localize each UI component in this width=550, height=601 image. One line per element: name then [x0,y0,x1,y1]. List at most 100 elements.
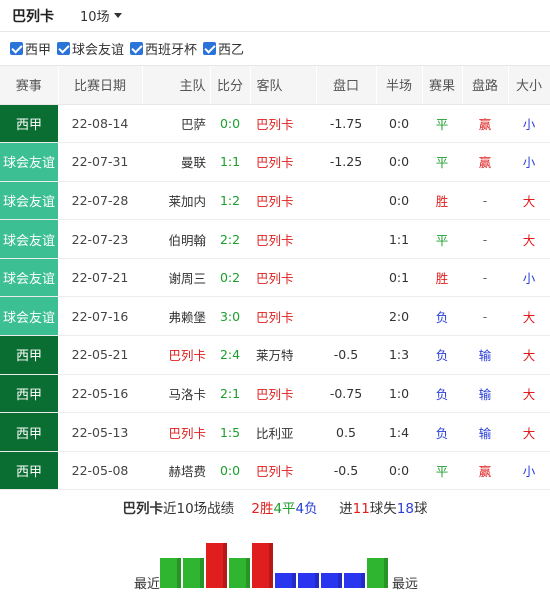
league-cell[interactable]: 球会友谊 [0,296,58,337]
result-cell: 平 [422,219,462,259]
summary-prefix: 近10场战绩 [163,501,235,517]
table-row[interactable]: 西甲 22-05-21 巴列卡 2:4 莱万特 -0.5 1:3 负输大 [0,335,550,375]
score-cell[interactable]: 1:2 [210,181,250,221]
team-title: 巴列卡 [12,8,54,25]
home-team-cell[interactable]: 巴列卡 [142,412,210,452]
league-cell[interactable]: 西甲 [0,451,58,491]
header-home: 主队 [142,66,211,105]
away-team-cell[interactable]: 巴列卡 [250,142,316,182]
match-history-table: 赛事 比赛日期 主队 比分 客队 盘口 半场 赛果 盘路 大小 西甲 22-08-… [0,66,550,491]
form-bar-shade [223,543,227,588]
date-cell: 22-07-23 [58,219,142,259]
home-team-cell[interactable]: 伯明翰 [142,219,210,259]
table-row[interactable]: 西甲 22-05-16 马洛卡 2:1 巴列卡 -0.75 1:0 负输大 [0,374,550,414]
caret-down-icon [113,13,122,18]
summary-draws: 4平 [273,501,296,517]
home-team-cell[interactable]: 莱加内 [142,181,210,221]
halftime-cell: 0:0 [376,181,422,221]
league-filter-bar: 西甲 球会友谊 西班牙杯 西乙 [0,32,550,66]
league-cell[interactable]: 西甲 [0,412,58,452]
home-team-cell[interactable]: 弗赖堡 [142,296,210,337]
score-cell[interactable]: 2:2 [210,219,250,259]
league-cell[interactable]: 西甲 [0,335,58,375]
cover-cell: 赢 [462,104,508,144]
over-under-cell: 小 [508,142,550,182]
league-cell[interactable]: 球会友谊 [0,258,58,298]
home-team-cell[interactable]: 谢周三 [142,258,210,298]
summary-goals-mid: 球失 [369,501,397,517]
away-team-cell[interactable]: 巴列卡 [250,258,316,298]
away-team-cell[interactable]: 巴列卡 [250,296,316,337]
filter-segunda[interactable]: 西乙 [203,39,244,58]
checkbox-checked-icon[interactable] [57,42,71,55]
handicap-cell [316,219,376,259]
score-cell[interactable]: 1:1 [210,142,250,182]
home-team-cell[interactable]: 曼联 [142,142,210,182]
away-team-cell[interactable]: 莱万特 [250,335,316,375]
league-cell[interactable]: 西甲 [0,104,58,144]
league-cell[interactable]: 球会友谊 [0,219,58,259]
form-bar-shade [292,573,296,588]
away-team-cell[interactable]: 巴列卡 [250,374,316,414]
handicap-cell [316,258,376,298]
score-cell[interactable]: 2:4 [210,335,250,375]
header-halftime: 半场 [376,66,423,105]
cover-cell: 输 [462,335,508,375]
score-cell[interactable]: 0:2 [210,258,250,298]
form-bar-chart: 最近 最远 [134,543,418,592]
halftime-cell: 0:0 [376,142,422,182]
score-cell[interactable]: 2:1 [210,374,250,414]
league-cell[interactable]: 球会友谊 [0,142,58,182]
form-summary: 巴列卡近10场战绩 2胜4平4负 进11球失18球 [0,497,550,517]
checkbox-checked-icon[interactable] [130,42,144,55]
top-bar: 巴列卡 10场 [0,0,550,32]
over-under-cell: 大 [508,335,550,375]
summary-goals-against: 18 [396,501,414,517]
header-score: 比分 [210,66,251,105]
away-team-cell[interactable]: 巴列卡 [250,181,316,221]
away-team-cell[interactable]: 巴列卡 [250,104,316,144]
score-cell[interactable]: 0:0 [210,104,250,144]
over-under-cell: 大 [508,181,550,221]
result-cell: 胜 [422,258,462,298]
handicap-cell: -0.5 [316,335,376,375]
table-row[interactable]: 球会友谊 22-07-28 莱加内 1:2 巴列卡 0:0 胜 - 大 [0,181,550,221]
score-cell[interactable]: 0:0 [210,451,250,491]
filter-xijia[interactable]: 西甲 [10,39,51,58]
match-count-dropdown[interactable]: 10场 [80,6,122,25]
table-row[interactable]: 球会友谊 22-07-31 曼联 1:1 巴列卡 -1.25 0:0 平赢小 [0,142,550,182]
home-team-cell[interactable]: 巴萨 [142,104,210,144]
home-team-cell[interactable]: 马洛卡 [142,374,210,414]
away-team-cell[interactable]: 比利亚 [250,412,316,452]
away-team-cell[interactable]: 巴列卡 [250,451,316,491]
home-team-cell[interactable]: 巴列卡 [142,335,210,375]
header-cover: 盘路 [462,66,509,105]
table-row[interactable]: 球会友谊 22-07-21 谢周三 0:2 巴列卡 0:1 胜 - 小 [0,258,550,298]
filter-copa[interactable]: 西班牙杯 [130,39,197,58]
checkbox-checked-icon[interactable] [10,42,23,55]
table-row[interactable]: 西甲 22-05-08 赫塔费 0:0 巴列卡 -0.5 0:0 平赢小 [0,451,550,491]
table-row[interactable]: 球会友谊 22-07-16 弗赖堡 3:0 巴列卡 2:0 负 - 大 [0,296,550,337]
over-under-cell: 小 [508,451,550,491]
header-date: 比赛日期 [58,66,143,105]
date-cell: 22-05-13 [58,412,142,452]
result-cell: 负 [422,296,462,337]
away-team-cell[interactable]: 巴列卡 [250,219,316,259]
checkbox-checked-icon[interactable] [203,42,217,55]
halftime-cell: 2:0 [376,296,422,337]
filter-friendly[interactable]: 球会友谊 [57,39,124,58]
league-cell[interactable]: 西甲 [0,374,58,414]
over-under-cell: 大 [508,374,550,414]
halftime-cell: 0:0 [376,104,422,144]
table-row[interactable]: 西甲 22-08-14 巴萨 0:0 巴列卡 -1.75 0:0 平赢小 [0,104,550,144]
score-cell[interactable]: 1:5 [210,412,250,452]
score-cell[interactable]: 3:0 [210,296,250,337]
home-team-cell[interactable]: 赫塔费 [142,451,210,491]
form-bar-shade [269,543,273,588]
league-cell[interactable]: 球会友谊 [0,181,58,221]
handicap-cell [316,181,376,221]
halftime-cell: 0:0 [376,451,422,491]
over-under-cell: 小 [508,104,550,144]
table-row[interactable]: 西甲 22-05-13 巴列卡 1:5 比利亚 0.5 1:4 负输大 [0,412,550,452]
table-row[interactable]: 球会友谊 22-07-23 伯明翰 2:2 巴列卡 1:1 平 - 大 [0,219,550,259]
